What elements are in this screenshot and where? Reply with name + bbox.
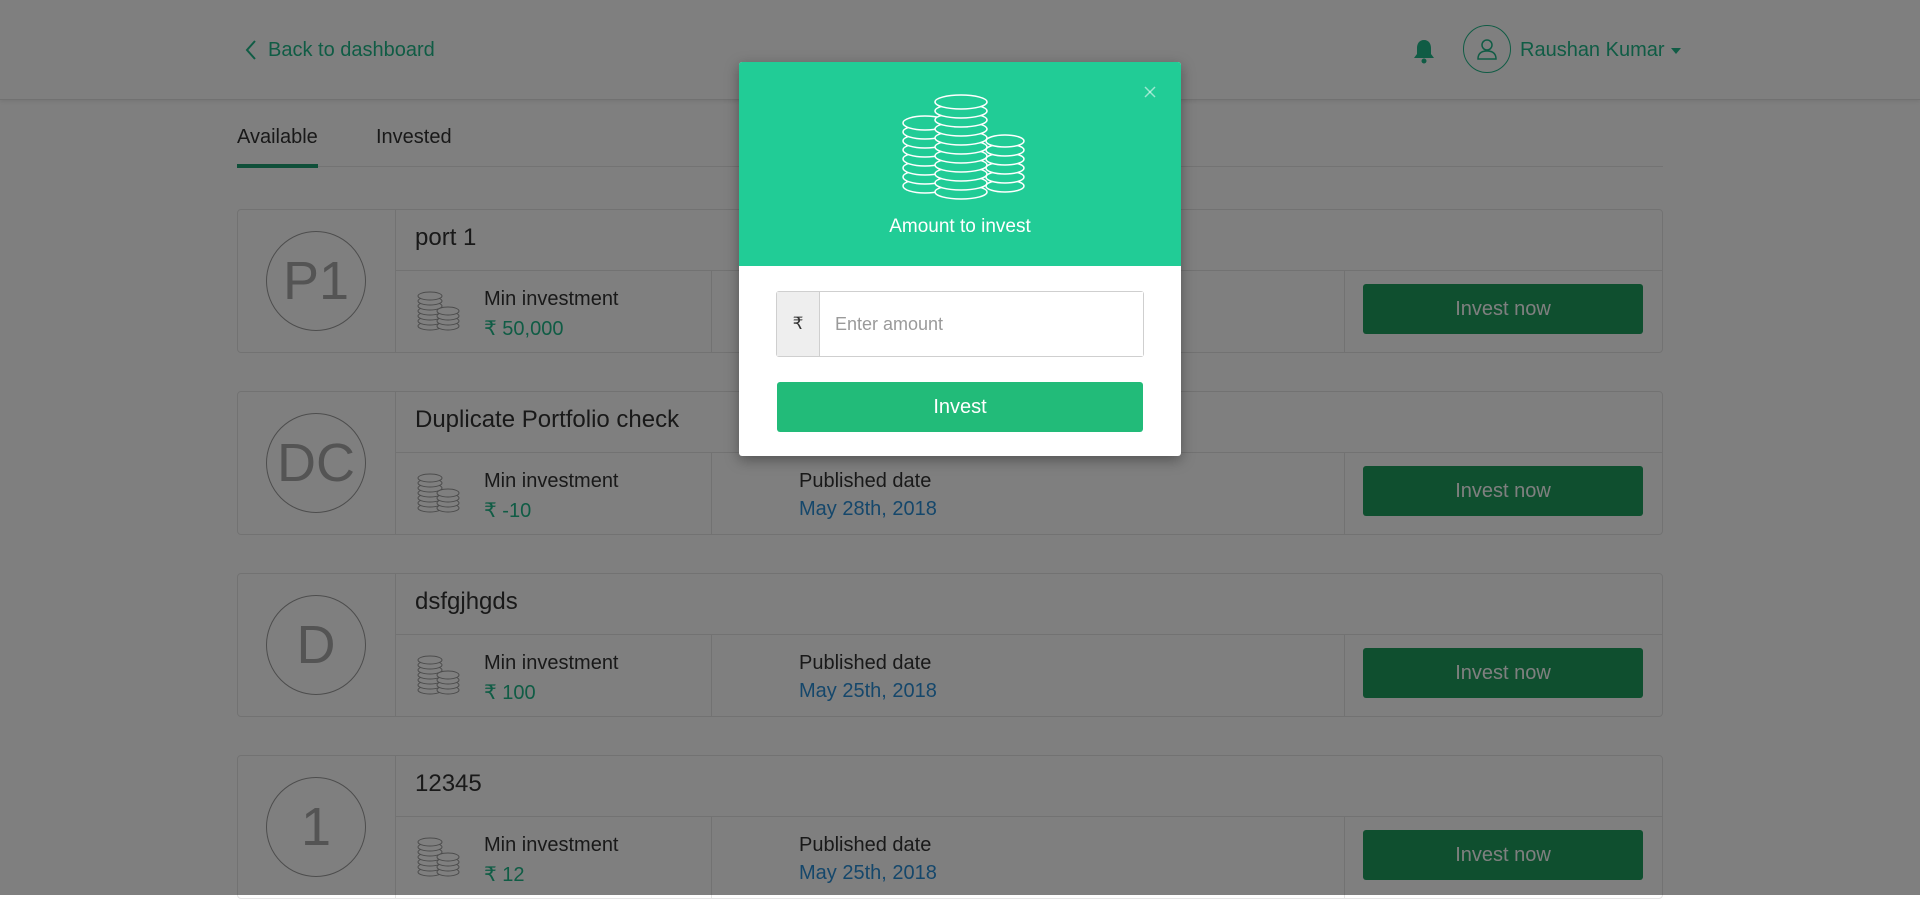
invest-button[interactable]: Invest <box>777 382 1143 432</box>
amount-input[interactable] <box>820 292 1143 356</box>
close-icon[interactable] <box>1142 84 1158 100</box>
modal-header: Amount to invest <box>739 62 1181 266</box>
rupee-icon: ₹ <box>777 292 820 356</box>
invest-modal: Amount to invest ₹ Invest <box>739 62 1181 456</box>
amount-input-group: ₹ <box>776 291 1144 357</box>
modal-title: Amount to invest <box>889 216 1031 237</box>
coins-stack-icon <box>902 94 1025 200</box>
